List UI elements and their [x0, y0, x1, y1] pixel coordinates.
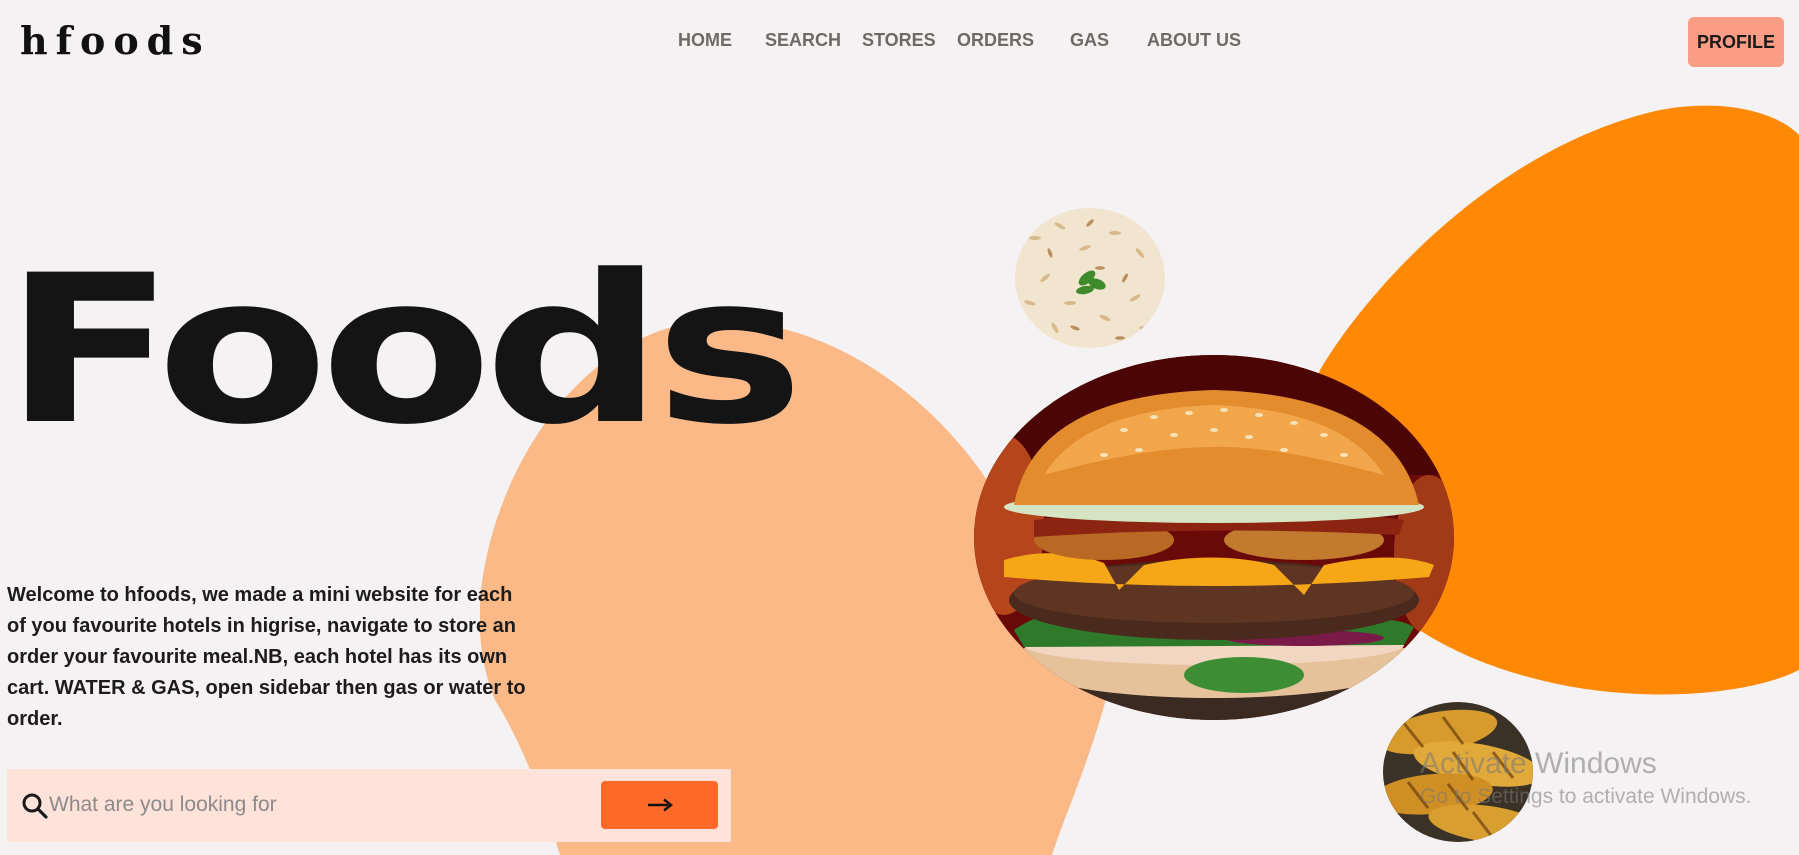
search-submit-button[interactable]	[601, 781, 718, 829]
search-bar	[7, 769, 731, 842]
watermark-subtitle: Go to Settings to activate Windows.	[1420, 785, 1752, 808]
windows-activation-watermark: Activate Windows Go to Settings to activ…	[1420, 746, 1752, 812]
nav-home[interactable]: HOME	[678, 30, 732, 51]
profile-button[interactable]: PROFILE	[1688, 17, 1784, 67]
rice-dish-image	[1015, 208, 1165, 348]
nav-search[interactable]: SEARCH	[765, 30, 841, 51]
cheeseburger-image	[974, 355, 1454, 720]
nav-gas[interactable]: GAS	[1070, 30, 1109, 51]
nav-stores[interactable]: STORES	[862, 30, 936, 51]
search-icon	[22, 793, 48, 819]
hero-description: Welcome to hfoods, we made a mini websit…	[7, 584, 526, 730]
hero-title: Foods	[4, 230, 804, 470]
arrow-right-icon	[647, 798, 673, 812]
nav-orders[interactable]: ORDERS	[957, 30, 1034, 51]
nav-about-us[interactable]: ABOUT US	[1147, 30, 1241, 51]
search-input[interactable]	[49, 785, 589, 825]
site-logo[interactable]: hfoods	[20, 18, 211, 63]
watermark-title: Activate Windows	[1420, 747, 1657, 780]
